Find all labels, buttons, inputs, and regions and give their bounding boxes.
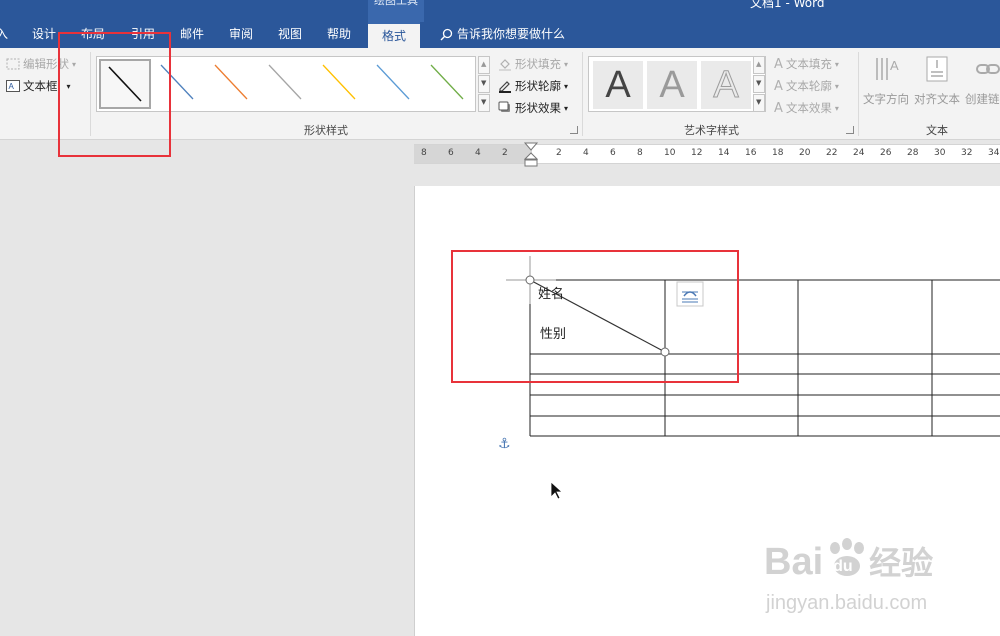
highlight-diagonal-cell xyxy=(451,250,739,383)
mouse-cursor-icon xyxy=(550,481,564,500)
word-window: 绘图工具 文档1 - Word 入 设计 布局 引用 邮件 审阅 视图 帮助 格… xyxy=(0,0,1000,636)
watermark-brand: Bai xyxy=(764,541,824,583)
anchor-icon: ⚓ xyxy=(498,436,511,452)
watermark-logo: Bai du 经验 xyxy=(764,537,934,584)
watermark-brand-cn: 经验 xyxy=(869,545,934,581)
watermark-brand-du: du xyxy=(833,557,853,575)
highlight-line-style xyxy=(58,32,171,157)
watermark-url: jingyan.baidu.com xyxy=(766,592,928,614)
